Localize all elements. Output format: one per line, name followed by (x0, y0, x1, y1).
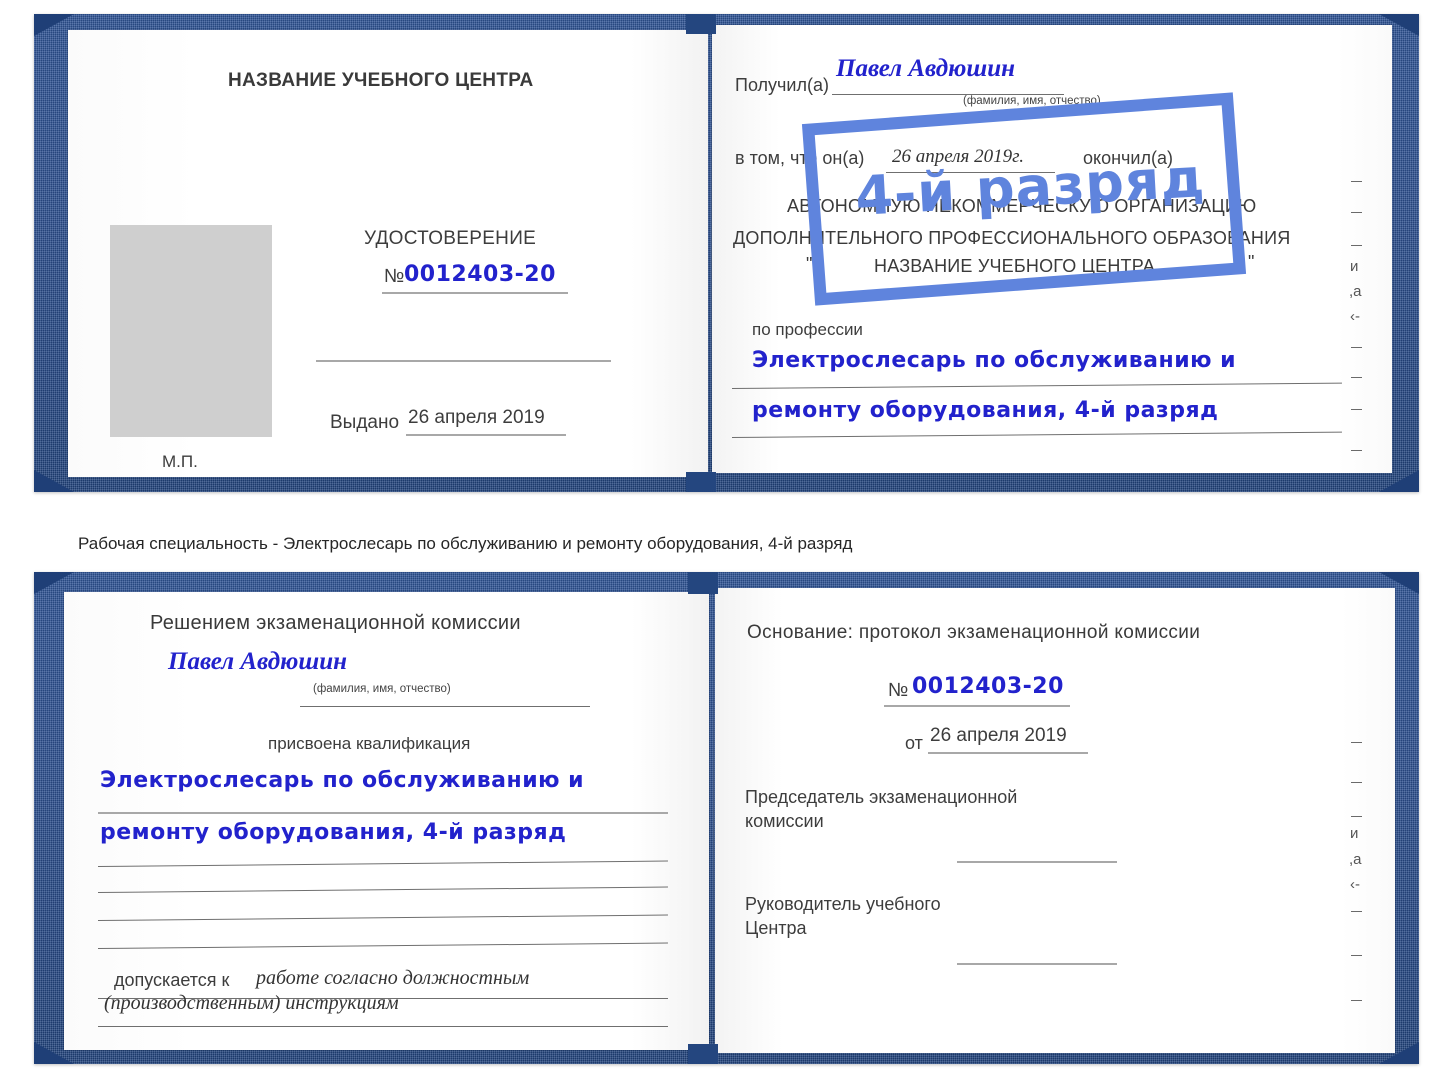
edge-mark-t6: ‹- (1350, 308, 1360, 325)
edge-mark-t5: ,а (1349, 283, 1362, 300)
edge-mark-b6: ‹- (1350, 876, 1360, 893)
org-title-top-left: НАЗВАНИЕ УЧЕБНОГО ЦЕНТРА (228, 70, 534, 91)
edge-mark-b4: и (1350, 825, 1359, 842)
org-quote-close: " (1248, 252, 1255, 272)
holder-name-top: Павел Авдюшин (836, 55, 1015, 82)
issued-label: Выдано (330, 412, 400, 433)
document-type-label: УДОСТОВЕРЕНИЕ (364, 228, 537, 249)
edge-mark-t4: и (1350, 258, 1359, 275)
edge-dash-b7 (1351, 911, 1362, 912)
issue-date-rule-top (406, 434, 566, 436)
caption-text: Рабочая специальность - Электрослесарь п… (78, 534, 853, 553)
received-label: Получил(а) (735, 75, 829, 95)
admitted-line2: (производственным) инструкциям (104, 992, 399, 1014)
protocol-number: 0012403-20 (912, 674, 1064, 699)
edge-dash-t2 (1351, 212, 1362, 213)
edge-dash-t1 (1351, 181, 1362, 182)
cover2-spine-notch-top (688, 572, 718, 594)
edge-dash-b3 (1351, 816, 1362, 817)
chairman-line1: Председатель экзаменационной (745, 787, 1018, 807)
certificate-number-top: 0012403-20 (404, 262, 556, 287)
edge-dash-t10 (1351, 450, 1362, 451)
admitted-line1: работе согласно должностным (256, 967, 530, 989)
qualification-line2-bottom: ремонту оборудования, 4-й разряд (100, 820, 567, 845)
photo-placeholder (110, 225, 272, 437)
cover-spine-notch-top-bottom (686, 472, 716, 492)
assigned-qualification-label: присвоена квалификация (268, 734, 471, 753)
certificate-number-rule-top (382, 292, 568, 294)
edge-dash-t8 (1351, 377, 1362, 378)
issue-date-top: 26 апреля 2019 (408, 407, 545, 428)
qualification-line1-bottom: Электрослесарь по обслуживанию и (100, 768, 585, 793)
edge-dash-b8 (1351, 955, 1362, 956)
cover-spine-notch-top (686, 14, 716, 34)
protocol-date: 26 апреля 2019 (930, 725, 1067, 746)
holder-name-rule-bottom (300, 706, 590, 707)
edge-dash-b9 (1351, 1000, 1362, 1001)
qualification-line2-top: ремонту оборудования, 4-й разряд (752, 398, 1219, 423)
book-spine-bottom (713, 594, 714, 1050)
protocol-date-rule (928, 752, 1088, 754)
edge-mark-b5: ,а (1349, 851, 1362, 868)
book-spine-top (711, 32, 712, 476)
blank-rule-top-left (316, 360, 611, 362)
cover2-spine-notch-bottom (688, 1044, 718, 1064)
fio-hint-bottom: (фамилия, имя, отчество) (313, 683, 451, 695)
edge-dash-b1 (1351, 742, 1362, 743)
chairman-signature-rule (957, 861, 1117, 863)
protocol-number-rule (884, 705, 1070, 707)
commission-heading: Решением экзаменационной комиссии (150, 612, 521, 634)
profession-label: по профессии (752, 320, 863, 339)
edge-dash-t7 (1351, 347, 1362, 348)
admitted-label: допускается к (114, 970, 230, 990)
head-line1: Руководитель учебного (745, 894, 941, 914)
holder-name-bottom: Павел Авдюшин (168, 648, 347, 675)
chairman-line2: комиссии (745, 811, 824, 831)
number-symbol-top: № (384, 266, 405, 287)
edge-dash-t9 (1351, 409, 1362, 410)
basis-label: Основание: протокол экзаменационной коми… (747, 622, 1201, 643)
edge-dash-t3 (1351, 245, 1362, 246)
grade-stamp: 4-й разряд (801, 92, 1247, 306)
seal-label: М.П. (162, 452, 198, 471)
number-symbol-bottom: № (888, 680, 909, 701)
from-label: от (905, 733, 923, 753)
admitted-rule2 (98, 1026, 668, 1027)
qualification-rule1-bottom (98, 812, 668, 814)
edge-dash-b2 (1351, 782, 1362, 783)
qualification-line1-top: Электрослесарь по обслуживанию и (752, 348, 1237, 373)
head-line2: Центра (745, 918, 807, 938)
head-signature-rule (957, 963, 1117, 965)
